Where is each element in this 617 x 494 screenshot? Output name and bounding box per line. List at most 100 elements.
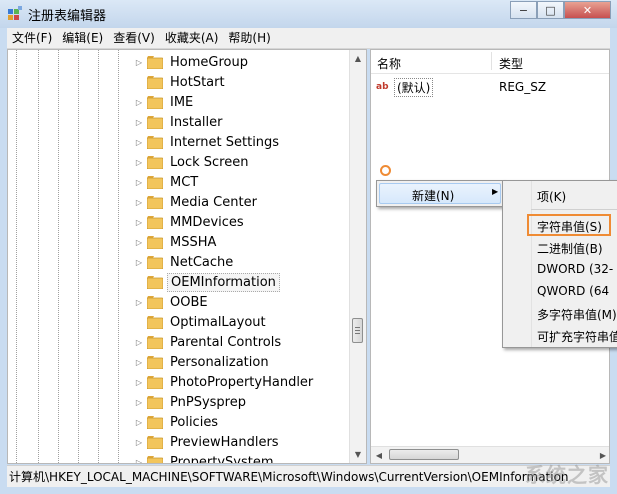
expand-arrow-icon[interactable]: ▷ <box>134 298 144 307</box>
folder-icon <box>147 255 163 269</box>
folder-icon <box>147 215 163 229</box>
click-marker-icon <box>380 165 391 176</box>
submenu-item-key[interactable]: 项(K) <box>537 188 566 205</box>
scroll-up-icon[interactable]: ▲ <box>350 50 366 67</box>
column-headers: 名称 类型 <box>371 50 609 74</box>
submenu-item-qword-value[interactable]: QWORD (64 <box>537 284 609 298</box>
expand-arrow-icon[interactable]: ▷ <box>134 378 144 387</box>
tree-item-label: OOBE <box>170 294 208 310</box>
column-name-header[interactable]: 名称 <box>377 55 401 72</box>
tree-item[interactable]: ▷ MSSHA <box>134 232 316 252</box>
expand-arrow-icon[interactable]: ▷ <box>134 418 144 427</box>
folder-icon <box>147 55 163 69</box>
expand-arrow-icon[interactable]: ▷ <box>134 158 144 167</box>
folder-icon <box>147 115 163 129</box>
tree-item[interactable]: ▷ NetCache <box>134 252 316 272</box>
tree-item[interactable]: OEMInformation <box>134 272 316 292</box>
minimize-button[interactable]: − <box>510 1 537 19</box>
folder-icon <box>147 415 163 429</box>
tree-vertical-scrollbar[interactable]: ▲ ▼ <box>349 50 366 463</box>
tree-item-label: Lock Screen <box>170 154 249 170</box>
tree-item[interactable]: ▷ IME <box>134 92 316 112</box>
scroll-down-icon[interactable]: ▼ <box>350 446 366 463</box>
tree-item-label: Media Center <box>170 194 257 210</box>
tree-item[interactable]: HotStart <box>134 72 316 92</box>
expand-arrow-icon[interactable]: ▷ <box>134 438 144 447</box>
expand-arrow-icon[interactable]: ▷ <box>134 338 144 347</box>
tree-item[interactable]: ▷ Media Center <box>134 192 316 212</box>
scroll-thumb[interactable] <box>352 318 363 343</box>
expand-arrow-icon[interactable]: ▷ <box>134 198 144 207</box>
tree-item-label: PreviewHandlers <box>170 434 279 450</box>
close-button[interactable]: ✕ <box>564 1 611 19</box>
tree-item[interactable]: ▷ Internet Settings <box>134 132 316 152</box>
tree-item[interactable]: ▷ OOBE <box>134 292 316 312</box>
submenu-item-expandable-string-value[interactable]: 可扩充字符串值 <box>537 328 617 345</box>
tree-item-label: PhotoPropertyHandler <box>170 374 314 390</box>
folder-icon <box>147 275 163 289</box>
expand-arrow-icon[interactable]: ▷ <box>134 238 144 247</box>
folder-icon <box>147 315 163 329</box>
folder-icon <box>147 75 163 89</box>
expand-arrow-icon[interactable]: ▷ <box>134 138 144 147</box>
expand-arrow-icon[interactable]: ▷ <box>134 218 144 227</box>
menu-help[interactable]: 帮助(H) <box>223 28 275 48</box>
tree-item[interactable]: ▷ Parental Controls <box>134 332 316 352</box>
tree-item[interactable]: ▷ Personalization <box>134 352 316 372</box>
column-type-header[interactable]: 类型 <box>499 55 523 72</box>
menu-edit[interactable]: 编辑(E) <box>57 28 108 48</box>
maximize-button[interactable]: □ <box>537 1 564 19</box>
tree-item-label: IME <box>170 94 194 110</box>
highlight-box <box>527 214 611 236</box>
expand-arrow-icon[interactable]: ▷ <box>134 178 144 187</box>
expand-arrow-icon[interactable]: ▷ <box>134 358 144 367</box>
expand-arrow-icon[interactable]: ▷ <box>134 398 144 407</box>
value-row-default[interactable]: ab (默认) <box>376 77 434 97</box>
submenu-item-multi-string-value[interactable]: 多字符串值(M) <box>537 306 617 323</box>
horizontal-scroll-thumb[interactable] <box>389 449 459 460</box>
context-menu-new[interactable]: 新建(N) ▶ <box>379 183 501 204</box>
scroll-left-icon[interactable]: ◀ <box>371 447 387 463</box>
tree-item-label: NetCache <box>170 254 234 270</box>
expand-arrow-icon[interactable]: ▷ <box>134 98 144 107</box>
registry-editor-window: 注册表编辑器 − □ ✕ 文件(F) 编辑(E) 查看(V) 收藏夹(A) 帮助… <box>0 0 617 494</box>
tree-item-label: OEMInformation <box>167 272 280 292</box>
tree-item[interactable]: OptimalLayout <box>134 312 316 332</box>
tree-item-label: OptimalLayout <box>170 314 266 330</box>
key-tree-pane[interactable]: ▷ HomeGroup HotStart ▷ IME ▷ Installer ▷ Interne… <box>7 49 367 464</box>
folder-icon <box>147 175 163 189</box>
tree-item[interactable]: ▷ PropertySystem <box>134 452 316 464</box>
tree-item[interactable]: ▷ Policies <box>134 412 316 432</box>
expand-arrow-icon[interactable]: ▷ <box>134 458 144 464</box>
tree-item-label: Installer <box>170 114 223 130</box>
submenu-item-dword-value[interactable]: DWORD (32- <box>537 262 613 276</box>
tree-item[interactable]: ▷ Lock Screen <box>134 152 316 172</box>
expand-arrow-icon[interactable]: ▷ <box>134 58 144 67</box>
watermark-logo: 系统之家 <box>525 463 609 487</box>
folder-icon <box>147 295 163 309</box>
menu-view[interactable]: 查看(V) <box>108 28 160 48</box>
folder-icon <box>147 95 163 109</box>
expand-arrow-icon[interactable]: ▷ <box>134 258 144 267</box>
submenu-item-binary-value[interactable]: 二进制值(B) <box>537 240 603 257</box>
folder-icon <box>147 335 163 349</box>
tree-item[interactable]: ▷ Installer <box>134 112 316 132</box>
tree-item[interactable]: ▷ PnPSysprep <box>134 392 316 412</box>
tree-item-label: Policies <box>170 414 219 430</box>
window-title: 注册表编辑器 <box>28 9 107 24</box>
menu-file[interactable]: 文件(F) <box>7 28 57 48</box>
tree-item[interactable]: ▷ MMDevices <box>134 212 316 232</box>
tree-item[interactable]: ▷ PreviewHandlers <box>134 432 316 452</box>
folder-icon <box>147 435 163 449</box>
expand-arrow-icon[interactable]: ▷ <box>134 118 144 127</box>
context-menu: 新建(N) ▶ <box>376 180 504 207</box>
key-tree: ▷ HomeGroup HotStart ▷ IME ▷ Installer ▷ Interne… <box>134 52 316 464</box>
tree-item[interactable]: ▷ PhotoPropertyHandler <box>134 372 316 392</box>
folder-icon <box>147 375 163 389</box>
folder-icon <box>147 395 163 409</box>
menu-favorites[interactable]: 收藏夹(A) <box>160 28 224 48</box>
tree-item-label: Parental Controls <box>170 334 282 350</box>
tree-item[interactable]: ▷ MCT <box>134 172 316 192</box>
folder-icon <box>147 155 163 169</box>
tree-item[interactable]: ▷ HomeGroup <box>134 52 316 72</box>
